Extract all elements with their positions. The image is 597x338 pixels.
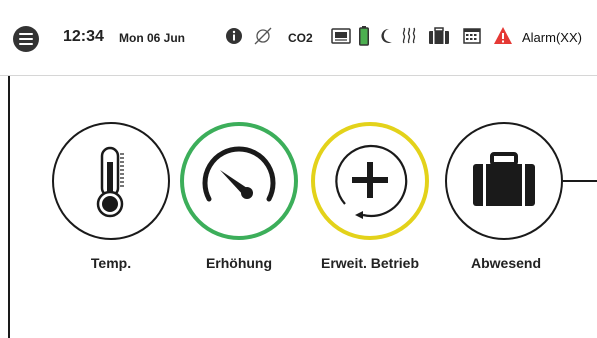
mode-temp-button[interactable] [52, 122, 170, 240]
info-icon[interactable] [225, 27, 243, 45]
suitcase-icon [473, 152, 535, 206]
calendar-icon [463, 28, 481, 44]
date-display: Mon 06 Jun [119, 31, 186, 45]
menu-icon-line [19, 33, 33, 35]
menu-button[interactable] [13, 26, 39, 52]
battery-icon [359, 26, 369, 46]
night-mode-icon [381, 28, 392, 43]
mode-away-label: Abwesend [470, 255, 541, 271]
speedometer-icon [202, 146, 276, 202]
connector-line [563, 180, 597, 182]
status-bar: 12:34 Mon 06 Jun CO2 Alarm(XX) [0, 0, 597, 76]
warning-icon[interactable] [493, 26, 513, 45]
heating-icon [402, 27, 416, 44]
alarm-label[interactable]: Alarm(XX) [522, 30, 582, 45]
keyboard-icon [331, 28, 351, 44]
menu-icon-line [19, 43, 33, 45]
time-display: 12:34 [63, 28, 104, 45]
mode-away-button[interactable] [445, 122, 563, 240]
mode-boost-button[interactable] [180, 122, 298, 240]
thermometer-icon [96, 146, 124, 218]
mode-boost-label: Erhöhung [205, 255, 273, 271]
mode-extended-button[interactable] [311, 122, 429, 240]
menu-icon-line [19, 38, 33, 40]
no-signal-icon [254, 27, 272, 45]
mode-temp-label: Temp. [90, 255, 132, 271]
suitcase-icon [429, 27, 449, 44]
co2-label: CO2 [288, 31, 313, 45]
mode-extended-label: Erweit. Betrieb [320, 255, 420, 271]
plus-refresh-icon [335, 144, 408, 219]
